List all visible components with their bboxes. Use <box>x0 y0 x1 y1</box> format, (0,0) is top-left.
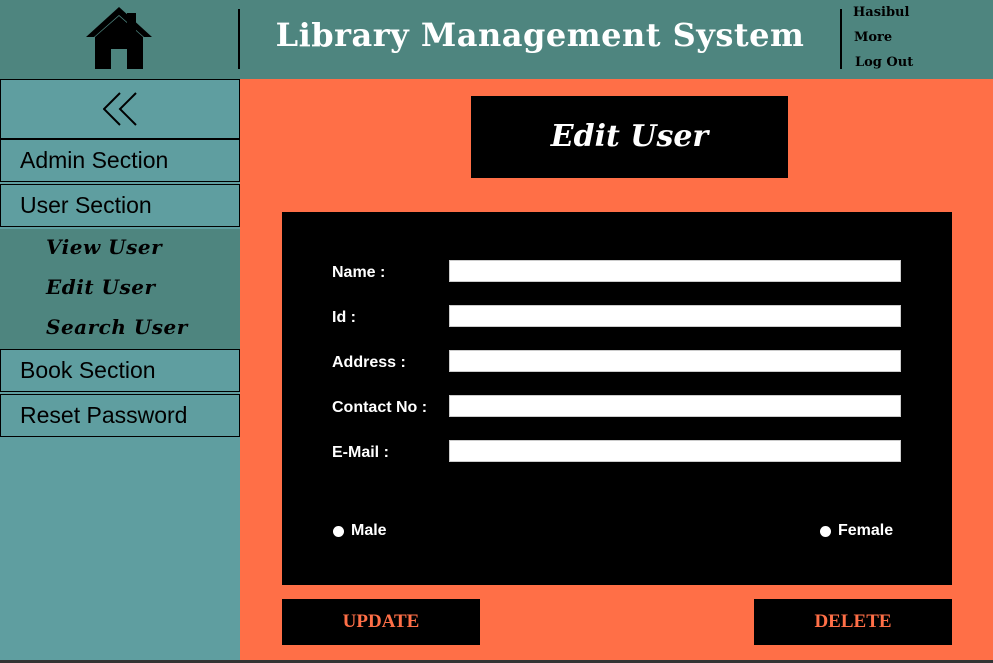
name-input[interactable] <box>449 260 901 282</box>
header-divider-right <box>840 9 842 69</box>
edit-user-form: Name : Id : Address : Contact No : E-Mai… <box>282 212 952 585</box>
app-title: Library Management System <box>275 16 805 54</box>
double-chevron-left-icon <box>103 92 137 126</box>
sidebar: Admin Section User Section View User Edi… <box>0 79 240 663</box>
user-section-submenu: View User Edit User Search User <box>0 229 240 349</box>
name-label: Name : <box>332 264 386 281</box>
email-label: E-Mail : <box>332 444 389 461</box>
contact-no-label: Contact No : <box>332 399 428 416</box>
contact-no-input[interactable] <box>449 395 901 417</box>
collapse-sidebar-button[interactable] <box>0 79 240 139</box>
more-link[interactable]: More <box>853 29 973 54</box>
sidebar-item-user-section[interactable]: User Section <box>0 184 240 227</box>
home-icon[interactable] <box>84 7 154 71</box>
user-menu: Hasibul More Log Out <box>853 4 973 79</box>
email-input[interactable] <box>449 440 901 462</box>
id-label: Id : <box>332 309 356 326</box>
gender-female-radio[interactable]: Female <box>820 522 893 540</box>
radio-circle-icon <box>333 525 344 537</box>
main-content: Edit User Name : Id : Address : Contact … <box>240 79 993 660</box>
delete-button[interactable]: DELETE <box>754 599 952 645</box>
update-button[interactable]: UPDATE <box>282 599 480 645</box>
logout-link[interactable]: Log Out <box>853 54 973 79</box>
sidebar-item-reset-password[interactable]: Reset Password <box>0 394 240 437</box>
radio-circle-icon <box>820 525 831 537</box>
id-input[interactable] <box>449 305 901 327</box>
address-label: Address : <box>332 354 406 371</box>
sidebar-item-book-section[interactable]: Book Section <box>0 349 240 392</box>
user-name-link[interactable]: Hasibul <box>853 4 973 29</box>
address-input[interactable] <box>449 350 901 372</box>
sidebar-item-admin-section[interactable]: Admin Section <box>0 139 240 182</box>
gender-male-radio[interactable]: Male <box>333 522 387 540</box>
submenu-item-search-user[interactable]: Search User <box>46 315 188 339</box>
submenu-item-edit-user[interactable]: Edit User <box>46 275 156 299</box>
header-bar: Library Management System Hasibul More L… <box>0 0 993 79</box>
page-title: Edit User <box>471 96 788 178</box>
gender-male-label: Male <box>351 522 387 539</box>
gender-female-label: Female <box>838 522 894 539</box>
submenu-item-view-user[interactable]: View User <box>46 235 162 259</box>
